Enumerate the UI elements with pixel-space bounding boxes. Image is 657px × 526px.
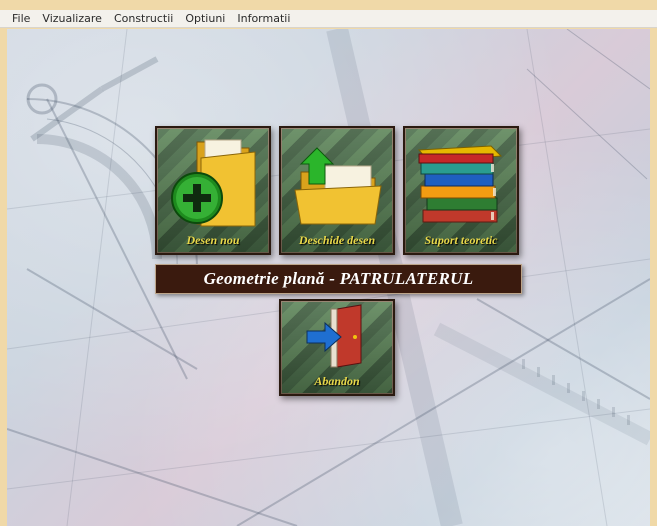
main-canvas: Desen nou Deschide desen Suport teoretic… (7, 29, 650, 526)
menu-info[interactable]: Informatii (237, 12, 290, 25)
theory-support-button[interactable]: Suport teoretic (403, 126, 519, 255)
page-title: Geometrie plană - PATRULATERUL (155, 264, 522, 294)
open-drawing-label: Deschide desen (298, 233, 376, 247)
folder-add-icon (171, 139, 256, 227)
quit-label: Abandon (314, 374, 360, 388)
menu-options[interactable]: Optiuni (185, 12, 225, 25)
open-drawing-button[interactable]: Deschide desen (279, 126, 395, 255)
folder-open-icon (294, 147, 382, 225)
books-icon (417, 145, 503, 223)
app-window: File Vizualizare Constructii Optiuni Inf… (0, 0, 657, 526)
menu-constructions[interactable]: Constructii (114, 12, 173, 25)
exit-door-icon (306, 304, 362, 368)
menu-view[interactable]: Vizualizare (42, 12, 102, 25)
menu-file[interactable]: File (12, 12, 30, 25)
new-drawing-button[interactable]: Desen nou (155, 126, 271, 255)
quit-button[interactable]: Abandon (279, 299, 395, 396)
menu-bar: File Vizualizare Constructii Optiuni Inf… (0, 10, 657, 28)
new-drawing-label: Desen nou (186, 233, 240, 247)
theory-support-label: Suport teoretic (424, 233, 498, 247)
